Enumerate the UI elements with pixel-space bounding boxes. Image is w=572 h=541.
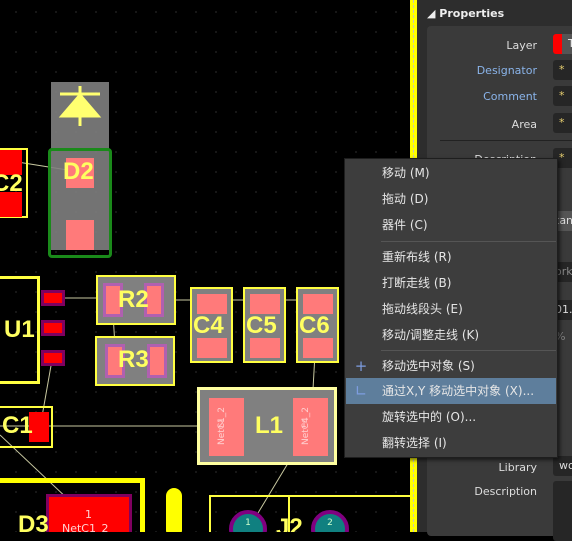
menu-item-move-selection-xy[interactable]: ∟ 通过X,Y 移动选中对象 (X)... xyxy=(346,378,556,404)
context-menu: 移动 (M) 拖动 (D) 器件 (C) 重新布线 (R) 打断走线 (B) 拖… xyxy=(344,158,558,458)
c1-designator: C1 xyxy=(2,412,33,439)
designator-label: Designator xyxy=(476,64,537,77)
c5-designator: C5 xyxy=(246,312,277,339)
c6-designator: C6 xyxy=(299,312,330,339)
menu-item-move[interactable]: 移动 (M) xyxy=(346,160,556,186)
menu-label: 旋转选中的 (O)... xyxy=(382,410,477,424)
menu-item-component[interactable]: 器件 (C) xyxy=(346,212,556,238)
area-label: Area xyxy=(511,118,537,131)
menu-label: 拖动线段头 (E) xyxy=(382,302,463,316)
menu-item-move-selection[interactable]: + 移动选中对象 (S) xyxy=(346,353,556,379)
d3-designator: D3 xyxy=(18,511,49,532)
menu-label: 翻转选择 (I) xyxy=(382,436,447,450)
menu-item-move-resize-tracks[interactable]: 移动/调整走线 (K) xyxy=(346,322,556,348)
properties-header[interactable]: ◢ Properties xyxy=(427,7,504,20)
menu-item-rotate-selection[interactable]: 旋转选中的 (O)... xyxy=(346,404,556,430)
menu-separator xyxy=(381,350,556,351)
menu-label: 重新布线 (R) xyxy=(382,250,452,264)
menu-label: 器件 (C) xyxy=(382,218,428,232)
l1-pin-left: 2 xyxy=(218,420,224,430)
r3-pad[interactable] xyxy=(147,344,167,378)
u1-pad[interactable] xyxy=(41,320,65,336)
d3-net: NetC1_2 xyxy=(62,522,109,532)
area-field[interactable]: * xyxy=(553,113,572,133)
slot-pad xyxy=(166,488,182,532)
xy-axes-icon: ∟ xyxy=(354,382,368,400)
menu-label: 打断走线 (B) xyxy=(382,276,452,290)
library-label: Library xyxy=(498,461,537,474)
c2-designator: C2 xyxy=(0,170,23,197)
menu-label: 移动 (M) xyxy=(382,166,430,180)
menu-item-flip-selection[interactable]: 翻转选择 (I) xyxy=(346,430,556,456)
comment-label: Comment xyxy=(483,90,537,103)
description-label-2: Description xyxy=(474,485,537,498)
u1-pad[interactable] xyxy=(41,290,65,306)
menu-item-reroute[interactable]: 重新布线 (R) xyxy=(346,244,556,270)
move-cross-icon: + xyxy=(354,357,368,375)
library-field[interactable]: work xyxy=(553,456,572,476)
l1-designator: L1 xyxy=(255,412,284,439)
d2-pad[interactable] xyxy=(66,220,94,250)
l1-pin-right: 1 xyxy=(301,420,307,430)
c4-designator: C4 xyxy=(193,312,224,339)
d2-designator: D2 xyxy=(63,158,94,185)
j2-pin1: 1 xyxy=(245,518,251,528)
designator-field[interactable]: * xyxy=(553,60,572,80)
menu-item-drag[interactable]: 拖动 (D) xyxy=(346,186,556,212)
r3-designator: R3 xyxy=(118,346,149,373)
menu-label: 移动选中对象 (S) xyxy=(382,359,475,373)
d3-pin: 1 xyxy=(85,508,92,521)
layer-select[interactable]: To xyxy=(553,34,572,54)
j2-designator: J2 xyxy=(276,514,303,532)
r2-designator: R2 xyxy=(118,286,149,313)
divider xyxy=(440,140,572,141)
menu-separator xyxy=(381,241,556,242)
properties-title: Properties xyxy=(439,7,505,20)
j2-pin2: 2 xyxy=(327,518,333,528)
u1-pad[interactable] xyxy=(41,350,65,366)
layer-label: Layer xyxy=(506,39,537,52)
description-textarea[interactable] xyxy=(553,481,572,541)
menu-item-break-track[interactable]: 打断走线 (B) xyxy=(346,270,556,296)
menu-label: 移动/调整走线 (K) xyxy=(382,328,480,342)
u1-designator: U1 xyxy=(4,316,35,343)
diode-symbol-icon xyxy=(58,86,102,126)
menu-label: 通过X,Y 移动选中对象 (X)... xyxy=(382,384,535,398)
menu-item-drag-track-end[interactable]: 拖动线段头 (E) xyxy=(346,296,556,322)
comment-field[interactable]: * xyxy=(553,86,572,106)
menu-label: 拖动 (D) xyxy=(382,192,429,206)
